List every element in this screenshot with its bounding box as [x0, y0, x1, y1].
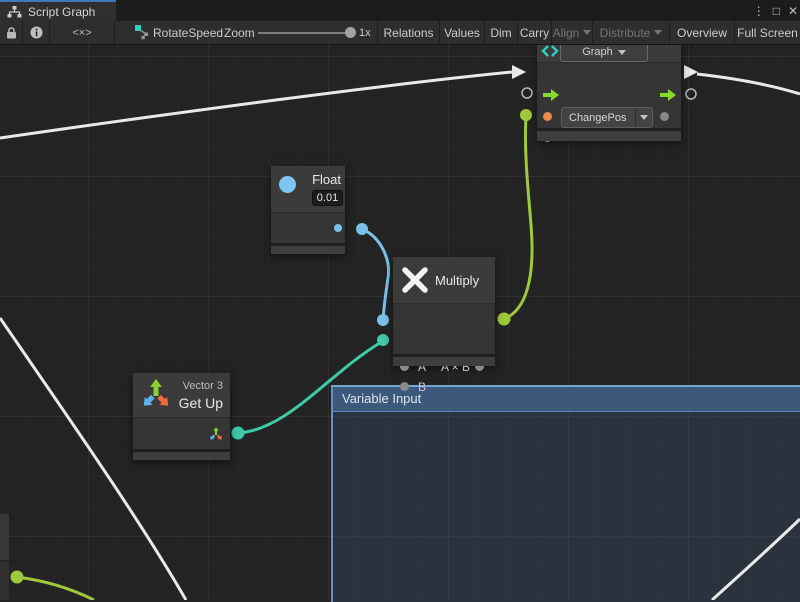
graph-hierarchy-icon: [7, 6, 22, 18]
chevron-down-icon: [654, 30, 662, 35]
node-multiply-title: Multiply: [435, 273, 479, 288]
script-graph-icon: [541, 44, 559, 58]
zoom-slider-track[interactable]: [258, 32, 354, 34]
variable-dropdown-value: ChangePos: [562, 108, 636, 127]
window-menu-icon[interactable]: ⋮: [753, 4, 765, 18]
node-multiply[interactable]: Multiply A A × B B: [393, 257, 495, 366]
vector3-icon: [141, 377, 171, 413]
flow-input-arrow-icon[interactable]: [543, 89, 559, 101]
tab-bar: Script Graph ⋮ □ ✕: [0, 0, 800, 21]
button-label: Distribute: [600, 26, 651, 40]
graph-name-label[interactable]: RotateSpeed: [153, 21, 223, 44]
node-vector-get-up[interactable]: Vector 3 Get Up: [133, 373, 230, 460]
port-vector3-output-icon[interactable]: [209, 426, 223, 442]
window-maximize-icon[interactable]: □: [773, 4, 780, 18]
info-button[interactable]: [23, 21, 50, 44]
port-value-output[interactable]: [660, 112, 669, 121]
port-multiply-b[interactable]: [400, 382, 409, 391]
chevron-down-icon: [583, 30, 591, 35]
float-type-icon: [279, 176, 296, 193]
info-icon: [30, 26, 43, 39]
port-float-output[interactable]: [334, 224, 342, 232]
node-multiply-footer: [393, 357, 495, 366]
graph-reference-icon: [135, 25, 150, 40]
node-vector-footer: [133, 452, 230, 460]
button-label: Full Screen: [737, 26, 798, 40]
chevron-down-icon: [618, 50, 626, 55]
offscreen-node-fragment[interactable]: [0, 514, 9, 560]
multiply-icon: [401, 266, 429, 294]
zoom-label: Zoom: [224, 21, 255, 44]
toolbar-button-values[interactable]: Values: [440, 21, 485, 44]
button-label: Relations: [383, 26, 433, 40]
button-label: Overview: [677, 26, 727, 40]
node-float[interactable]: Float 0.01: [271, 166, 345, 254]
toolbar-button-full-screen[interactable]: Full Screen: [735, 21, 800, 44]
variable-dropdown[interactable]: ChangePos: [561, 107, 653, 128]
toolbar-button-dim[interactable]: Dim: [485, 21, 518, 44]
zoom-slider-handle[interactable]: [345, 27, 356, 38]
chevron-down-icon: [640, 115, 648, 120]
group-panel-variable-input[interactable]: Variable Input: [331, 385, 800, 602]
graph-toolbar: <×> RotateSpeed Zoom 1x Relations Values…: [0, 21, 800, 45]
code-view-button[interactable]: <×>: [50, 21, 115, 44]
port-multiply-b-label: B: [418, 380, 426, 394]
toolbar-button-distribute[interactable]: Distribute: [593, 21, 670, 44]
node-event[interactable]: Graph ChangePos: [537, 40, 681, 141]
node-event-footer: [537, 131, 681, 141]
button-label: Values: [444, 26, 480, 40]
graph-breadcrumb[interactable]: Graph: [560, 42, 648, 62]
toolbar-button-overview[interactable]: Overview: [670, 21, 735, 44]
toolbar-button-carry[interactable]: Carry: [518, 21, 552, 44]
button-label: Align: [553, 26, 580, 40]
float-value-field[interactable]: 0.01: [312, 190, 343, 206]
button-label: Dim: [490, 26, 511, 40]
node-vector-title: Get Up: [179, 395, 223, 411]
tab-title: Script Graph: [28, 5, 95, 19]
code-icon: <×>: [72, 27, 91, 39]
flow-output-arrow-icon[interactable]: [660, 89, 676, 101]
lock-icon: [6, 27, 17, 39]
window-close-icon[interactable]: ✕: [788, 4, 798, 18]
tab-script-graph[interactable]: Script Graph: [0, 0, 116, 21]
toolbar-button-align[interactable]: Align: [552, 21, 593, 44]
zoom-value: 1x: [359, 21, 371, 44]
node-float-footer: [271, 246, 345, 254]
graph-breadcrumb-label: Graph: [582, 46, 613, 58]
button-label: Carry: [520, 26, 549, 40]
offscreen-node-fragment-footer[interactable]: [0, 562, 9, 600]
port-variable-input[interactable]: [543, 112, 552, 121]
toolbar-button-relations[interactable]: Relations: [378, 21, 440, 44]
node-float-title: Float: [312, 172, 341, 187]
lock-button[interactable]: [0, 21, 23, 44]
node-vector-type-label: Vector 3: [183, 380, 223, 392]
